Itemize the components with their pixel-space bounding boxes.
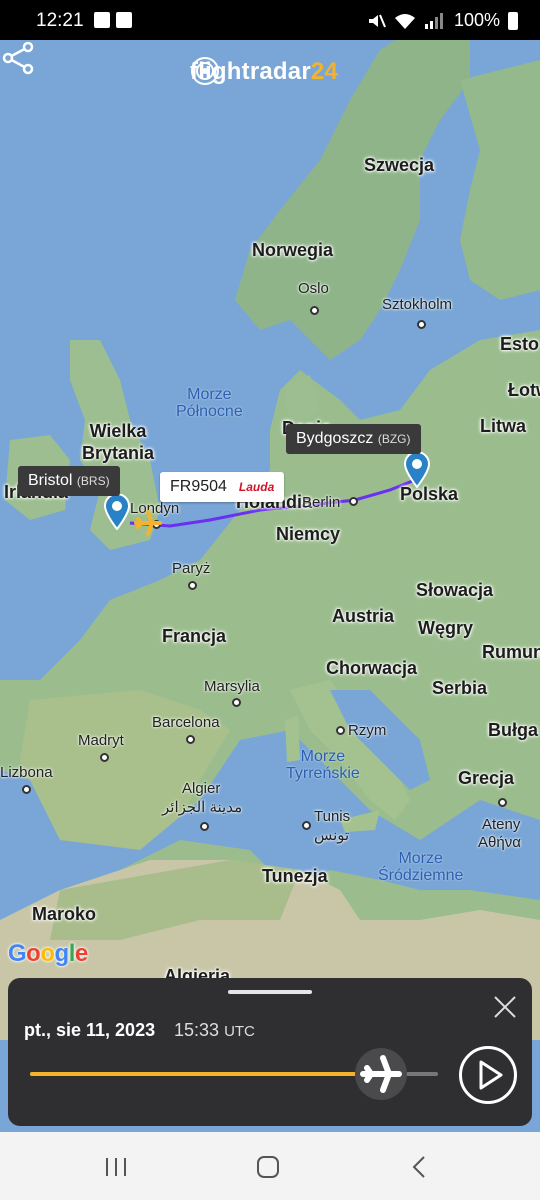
- battery-icon: [508, 11, 518, 30]
- country-label-wielka-brytania: Wielka Brytania: [82, 421, 155, 463]
- city-label-tunis: Tunis: [314, 808, 351, 825]
- city-dot-barcelona: [186, 735, 195, 744]
- city-dot-berlin: [349, 497, 358, 506]
- city-dot-sztokholm: [417, 320, 426, 329]
- city-label-algier: Algier: [182, 780, 221, 797]
- playback-slider-handle[interactable]: [354, 1048, 407, 1100]
- city-label-barcelona: Barcelona: [152, 714, 220, 731]
- share-icon[interactable]: [0, 40, 36, 76]
- aircraft-icon[interactable]: [134, 510, 162, 536]
- city-label-sztokholm: Sztokholm: [382, 296, 453, 313]
- country-label-bulga: Bułga: [488, 720, 539, 740]
- navigation-bar: [0, 1132, 540, 1200]
- sea-label-mediterranean: Morze Śródziemne: [378, 850, 464, 884]
- wifi-icon: [394, 13, 415, 29]
- city-dot-tunis: [302, 821, 311, 830]
- close-icon[interactable]: [492, 994, 518, 1020]
- battery-percent: 100%: [453, 10, 500, 30]
- google-logo: Google: [8, 940, 88, 967]
- panel-drag-handle[interactable]: [228, 990, 312, 994]
- play-icon: [479, 1060, 503, 1090]
- city-label-ateny-gr: Αθήνα: [478, 834, 521, 851]
- country-label-norwegia: Norwegia: [252, 240, 334, 260]
- city-dot-oslo: [310, 306, 319, 315]
- city-dot-algier: [200, 822, 209, 831]
- playback-panel: pt., sie 11, 2023 15:33 UTC: [8, 978, 532, 1126]
- status-bar: 12:21 100%: [0, 0, 540, 40]
- city-dot-paryz: [188, 581, 197, 590]
- flightradar24-logo: flightradar24: [190, 56, 338, 88]
- city-dot-ateny: [498, 798, 507, 807]
- country-label-esto: Esto: [500, 334, 540, 354]
- airline-logo: Lauda: [238, 480, 275, 494]
- city-label-berlin: Berlin: [302, 494, 341, 511]
- status-right: 100%: [366, 10, 518, 31]
- city-label-marsylia: Marsylia: [204, 678, 260, 695]
- back-icon[interactable]: [410, 1155, 430, 1179]
- playback-date: pt., sie 11, 2023: [24, 1020, 156, 1040]
- destination-airport-tag[interactable]: Bydgoszcz (BZG): [286, 424, 421, 454]
- home-icon[interactable]: [256, 1155, 280, 1179]
- playback-progress: [30, 1072, 381, 1076]
- city-label-tunis-ar: تونس: [314, 827, 350, 844]
- play-button[interactable]: [459, 1046, 517, 1104]
- radar-icon: [191, 57, 219, 85]
- country-label-slowacja: Słowacja: [416, 580, 494, 600]
- country-label-grecja: Grecja: [458, 768, 515, 788]
- city-label-ateny: Ateny: [482, 816, 521, 833]
- country-label-szwecja: Szwecja: [364, 155, 435, 175]
- signal-icon: [424, 12, 443, 29]
- mute-icon: [368, 14, 386, 27]
- city-label-madryt: Madryt: [78, 732, 124, 749]
- status-time: 12:21: [36, 10, 84, 31]
- country-label-maroko: Maroko: [32, 904, 97, 924]
- country-label-niemcy: Niemcy: [276, 524, 341, 544]
- city-dot-lizbona: [22, 785, 31, 794]
- sea-label-tyrrhenian: Morze Tyrreńskie: [286, 748, 360, 782]
- country-label-tunezja: Tunezja: [262, 866, 328, 886]
- country-label-austria: Austria: [332, 606, 395, 626]
- city-dot-madryt: [100, 753, 109, 762]
- origin-airport-pin-icon[interactable]: [104, 494, 130, 530]
- country-label-lotwa: Łotw: [508, 380, 540, 400]
- flight-tag[interactable]: FR9504 Lauda: [160, 472, 285, 502]
- playback-time: 15:33 UTC: [174, 1020, 255, 1040]
- city-label-lizbona: Lizbona: [0, 764, 53, 781]
- sea-label-north-sea: Morze Północne: [176, 386, 243, 420]
- city-label-oslo: Oslo: [298, 280, 329, 297]
- aircraft-slider-icon: [359, 1055, 402, 1093]
- country-label-francja: Francja: [162, 626, 227, 646]
- city-dot-marsylia: [232, 698, 241, 707]
- destination-airport-pin-icon[interactable]: [404, 452, 430, 488]
- map-view[interactable]: flightradar24 Szwecja Norwegia Esto Łotw…: [0, 40, 540, 1132]
- country-label-rumun: Rumun: [482, 642, 540, 662]
- flight-number: FR9504: [170, 478, 227, 495]
- image-icon: [94, 12, 110, 28]
- city-label-paryz: Paryż: [172, 560, 211, 577]
- origin-airport-tag[interactable]: Bristol (BRS): [18, 466, 120, 496]
- city-label-algier-ar: مدينة الجزائر: [162, 799, 243, 816]
- city-dot-rzym: [336, 726, 345, 735]
- country-label-chorwacja: Chorwacja: [326, 658, 418, 678]
- recent-apps-icon[interactable]: [104, 1156, 130, 1178]
- check-icon: [116, 12, 132, 28]
- country-label-wegry: Węgry: [418, 618, 474, 638]
- country-label-litwa: Litwa: [480, 416, 527, 436]
- country-label-serbia: Serbia: [432, 678, 488, 698]
- city-label-rzym: Rzym: [348, 722, 387, 739]
